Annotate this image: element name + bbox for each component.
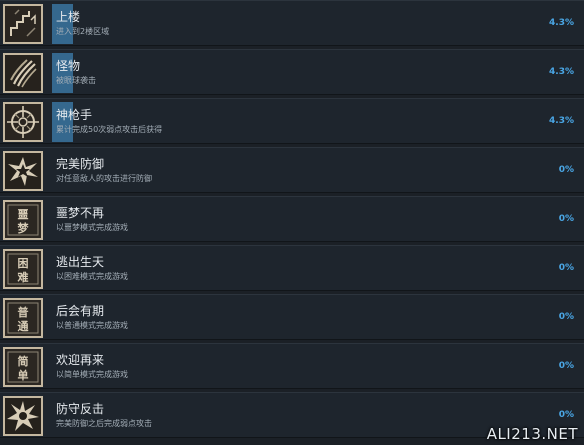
unlock-percentage: 0% [558,410,574,420]
achievement-row[interactable]: 简单欢迎再来 以简单模式完成游戏 0% [0,343,584,389]
svg-text:通: 通 [18,320,29,333]
svg-text:噩: 噩 [18,208,29,221]
achievement-title: 上楼 [56,10,81,24]
svg-text:单: 单 [18,368,29,382]
achievement-description: 以普通模式完成游戏 [56,321,128,330]
unlock-percentage: 4.3% [549,18,574,28]
svg-text:简: 简 [18,354,29,368]
unlock-percentage: 0% [558,214,574,224]
unlock-percentage: 0% [558,165,574,175]
achievement-description: 对任意敌人的攻击进行防御 [56,174,152,183]
unlock-percentage: 4.3% [549,116,574,126]
unlock-percentage: 0% [558,312,574,322]
site-watermark: ALI213.NET [486,425,578,443]
svg-text:困: 困 [18,257,29,270]
crosshair-icon [3,102,43,142]
hard-badge-icon: 困难 [3,249,43,289]
svg-text:难: 难 [17,270,29,284]
achievement-description: 被眼球袭击 [56,76,96,85]
svg-text:梦: 梦 [18,221,30,235]
unlock-percentage: 0% [558,263,574,273]
counter-burst-icon [3,396,43,436]
achievement-row[interactable]: 神枪手累计完成50次弱点攻击后获得 4.3% [0,98,584,144]
achievement-list: 上楼 进入到2楼区域 4.3% 怪物 被眼球袭击 4.3% 神枪手 累计完成50次弱点攻击后获… [0,0,584,445]
achievement-description: 完美防御之后完成弱点攻击 [56,419,152,428]
achievement-description: 以简单模式完成游戏 [56,370,128,379]
achievement-description: 累计完成50次弱点攻击后获得 [56,125,163,134]
unlock-percentage: 4.3% [549,67,574,77]
achievement-description: 进入到2楼区域 [56,27,110,36]
svg-text:普: 普 [18,305,29,319]
achievement-title: 欢迎再来 [56,353,105,367]
nightmare-badge-icon: 噩梦 [3,200,43,240]
achievement-description: 以噩梦模式完成游戏 [56,223,128,232]
normal-badge-icon: 普通 [3,298,43,338]
achievement-title: 怪物 [56,59,81,73]
achievement-title: 防守反击 [56,402,105,416]
unlock-percentage: 0% [558,361,574,371]
claw-marks-icon [3,53,43,93]
achievement-title: 噩梦不再 [56,206,105,220]
achievement-row[interactable]: 怪物被眼球袭击 4.3% [0,49,584,95]
achievement-title: 完美防御 [56,157,105,171]
achievement-row[interactable]: 完美防御对任意敌人的攻击进行防御 0% [0,147,584,193]
achievement-row[interactable]: 困难逃出生天 以困难模式完成游戏 0% [0,245,584,291]
achievement-row[interactable]: 噩梦噩梦不再 以噩梦模式完成游戏 0% [0,196,584,242]
achievement-row[interactable]: 上楼进入到2楼区域 4.3% [0,0,584,46]
achievement-title: 神枪手 [56,108,93,122]
achievement-title: 逃出生天 [56,255,105,269]
burst-icon [3,151,43,191]
easy-badge-icon: 简单 [3,347,43,387]
achievement-title: 后会有期 [56,304,105,318]
achievement-row[interactable]: 普通后会有期 以普通模式完成游戏 0% [0,294,584,340]
stairs-icon [3,4,43,44]
achievement-description: 以困难模式完成游戏 [56,272,128,281]
